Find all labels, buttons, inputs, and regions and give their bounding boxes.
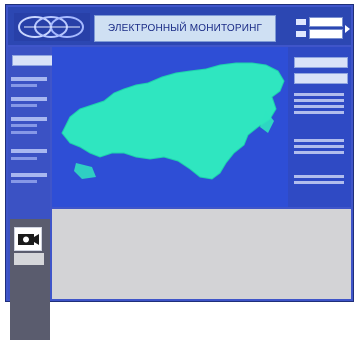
right-panel-text: [294, 145, 344, 148]
title-text: ЭЛЕКТРОННЫЙ МОНИТОРИНГ: [107, 23, 263, 34]
right-panel-text: [294, 111, 344, 114]
sidebar-item[interactable]: [11, 117, 47, 121]
russia-map[interactable]: [52, 47, 288, 207]
password-input[interactable]: [309, 29, 343, 39]
map-area: [52, 47, 288, 207]
right-panel: [288, 47, 351, 207]
right-panel-text: [294, 139, 344, 142]
login-label: [296, 19, 306, 25]
sidebar-subitem: [11, 131, 37, 134]
right-panel-button[interactable]: [294, 57, 348, 68]
sidebar: [8, 47, 80, 340]
login-widget: [296, 15, 350, 43]
content-area: [52, 209, 351, 299]
sidebar-subitem: [11, 180, 37, 183]
page-title: ЭЛЕКТРОННЫЙ МОНИТОРИНГ: [94, 15, 276, 42]
right-panel-text: [294, 175, 344, 178]
right-panel-button[interactable]: [294, 73, 348, 84]
sidebar-item[interactable]: [11, 173, 47, 177]
right-panel-text: [294, 181, 344, 184]
sidebar-subitem: [11, 157, 37, 160]
camera-caption: [14, 253, 44, 265]
header: ЭЛЕКТРОННЫЙ МОНИТОРИНГ: [8, 7, 351, 45]
arrow-right-icon[interactable]: [345, 25, 350, 33]
sidebar-subitem: [11, 104, 37, 107]
sidebar-item[interactable]: [11, 149, 47, 153]
logo-icon[interactable]: [14, 13, 90, 41]
right-panel-text: [294, 151, 344, 154]
sidebar-item[interactable]: [11, 97, 47, 101]
sidebar-subitem: [11, 124, 37, 127]
right-panel-text: [294, 105, 344, 108]
page-frame: ЭЛЕКТРОННЫЙ МОНИТОРИНГ: [5, 4, 354, 340]
right-panel-text: [294, 99, 344, 102]
camera-icon[interactable]: [14, 227, 42, 251]
login-input[interactable]: [309, 17, 343, 27]
right-panel-text: [294, 93, 344, 96]
sidebar-subitem: [11, 84, 37, 87]
password-label: [296, 31, 306, 37]
sidebar-item[interactable]: [11, 77, 47, 81]
